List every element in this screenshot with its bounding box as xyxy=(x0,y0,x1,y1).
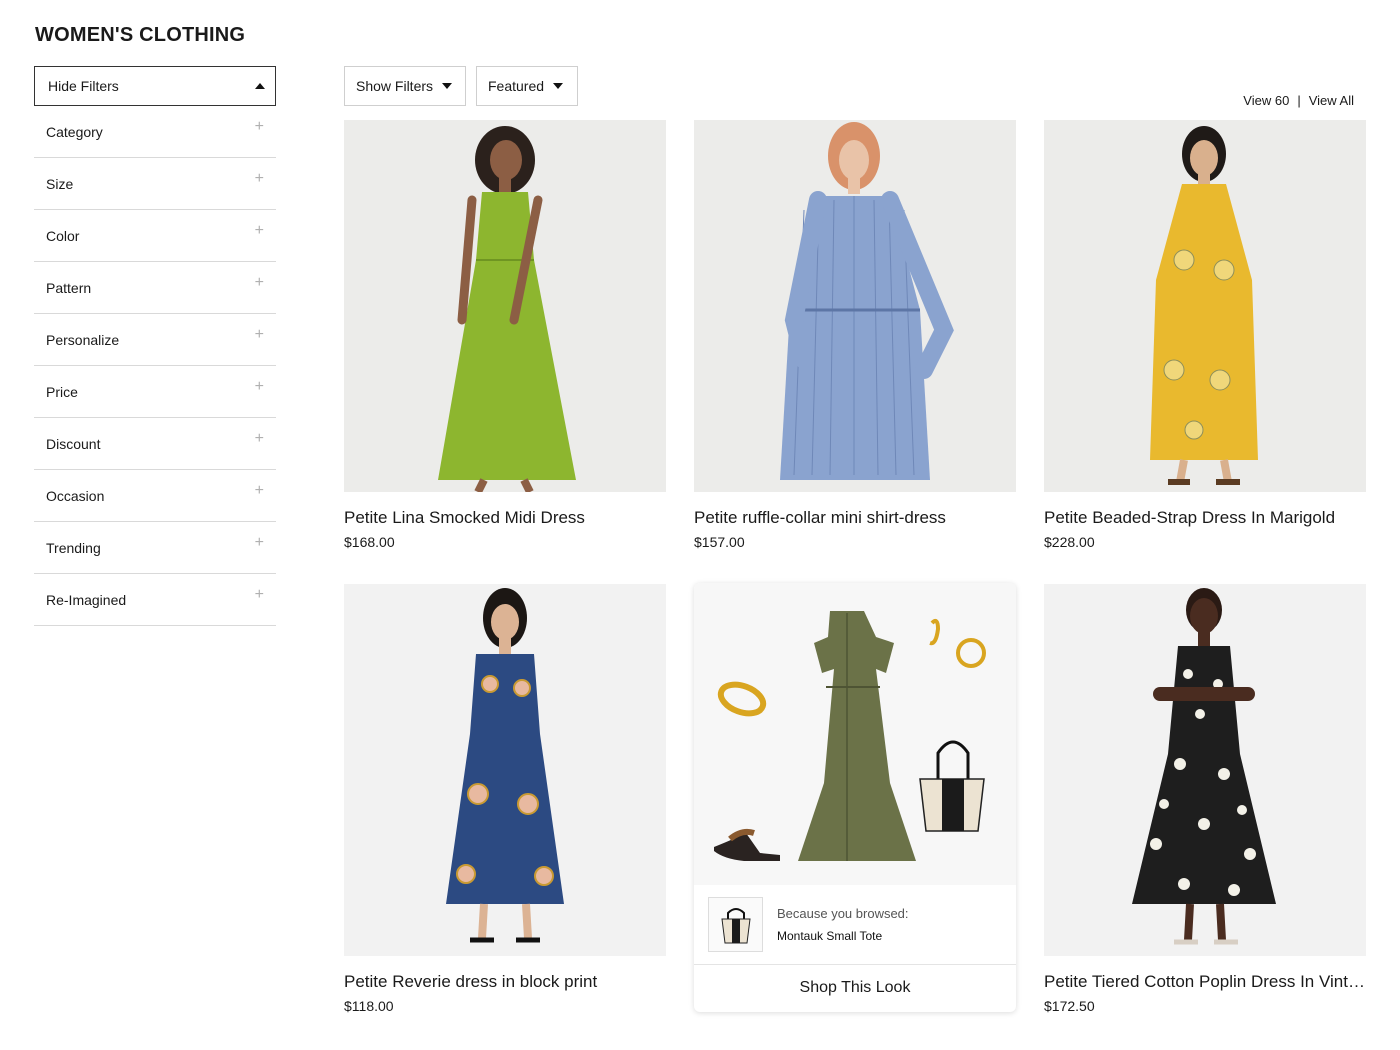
view-options: View 60 | View All xyxy=(1243,93,1354,108)
browsed-product-name[interactable]: Montauk Small Tote xyxy=(777,929,909,943)
product-card[interactable]: Petite Reverie dress in block print $118… xyxy=(344,584,666,1014)
product-card[interactable]: Petite Lina Smocked Midi Dress $168.00 xyxy=(344,120,666,550)
hide-filters-button[interactable]: Hide Filters xyxy=(34,66,276,106)
product-card[interactable]: Petite Beaded-Strap Dress In Marigold $2… xyxy=(1044,120,1366,550)
plus-icon: + xyxy=(254,169,264,187)
filter-discount[interactable]: Discount + xyxy=(34,418,276,470)
filter-label: Size xyxy=(46,175,74,192)
plus-icon: + xyxy=(254,273,264,291)
filter-label: Discount xyxy=(46,435,101,452)
product-card[interactable]: Petite Tiered Cotton Poplin Dress In Vin… xyxy=(1044,584,1366,1014)
plus-icon: + xyxy=(254,429,264,447)
product-card[interactable]: Petite ruffle-collar mini shirt-dress $1… xyxy=(694,120,1016,550)
show-filters-label: Show Filters xyxy=(356,78,434,94)
filter-label: Occasion xyxy=(46,487,105,504)
view-separator: | xyxy=(1297,93,1301,108)
filter-label: Personalize xyxy=(46,331,120,348)
filter-label: Re-Imagined xyxy=(46,591,127,608)
page-title: WOMEN'S CLOTHING xyxy=(35,24,246,46)
filter-price[interactable]: Price + xyxy=(34,366,276,418)
hide-filters-label: Hide Filters xyxy=(48,78,119,94)
filter-sidebar: Hide Filters Category + Size + Color + Patt… xyxy=(34,66,276,626)
caret-down-icon xyxy=(553,83,564,89)
because-you-browsed: Because you browsed: Montauk Small Tote xyxy=(694,885,1016,965)
plus-icon: + xyxy=(254,221,264,239)
shop-this-look-button[interactable]: Shop This Look xyxy=(694,965,1016,1011)
product-name[interactable]: Petite Lina Smocked Midi Dress xyxy=(344,508,666,528)
plus-icon: + xyxy=(254,325,264,343)
plus-icon: + xyxy=(254,117,264,135)
filter-occasion[interactable]: Occasion + xyxy=(34,470,276,522)
filter-color[interactable]: Color + xyxy=(34,210,276,262)
product-price: $228.00 xyxy=(1044,534,1095,550)
because-label: Because you browsed: xyxy=(777,906,909,921)
product-price: $157.00 xyxy=(694,534,745,550)
filter-list: Category + Size + Color + Pattern + Personal… xyxy=(34,106,276,626)
filter-category[interactable]: Category + xyxy=(34,106,276,158)
product-image[interactable] xyxy=(1044,584,1366,956)
filter-personalize[interactable]: Personalize + xyxy=(34,314,276,366)
browsed-product-thumbnail[interactable] xyxy=(708,897,763,952)
show-filters-dropdown[interactable]: Show Filters xyxy=(344,66,466,106)
plus-icon: + xyxy=(254,585,264,603)
filter-label: Color xyxy=(46,227,80,244)
product-image[interactable] xyxy=(1044,120,1366,492)
sort-dropdown[interactable]: Featured xyxy=(476,66,578,106)
filter-trending[interactable]: Trending + xyxy=(34,522,276,574)
filter-label: Trending xyxy=(46,539,101,556)
filter-label: Pattern xyxy=(46,279,92,296)
product-image[interactable] xyxy=(694,120,1016,492)
plus-icon: + xyxy=(254,481,264,499)
view-all-link[interactable]: View All xyxy=(1309,93,1354,108)
plus-icon: + xyxy=(254,377,264,395)
product-name[interactable]: Petite Beaded-Strap Dress In Marigold xyxy=(1044,508,1366,528)
caret-up-icon xyxy=(255,83,265,89)
product-name[interactable]: Petite ruffle-collar mini shirt-dress xyxy=(694,508,1016,528)
view-60-link[interactable]: View 60 xyxy=(1243,93,1289,108)
product-image[interactable] xyxy=(344,120,666,492)
product-image[interactable] xyxy=(344,584,666,956)
shop-the-look-card[interactable]: Because you browsed: Montauk Small Tote … xyxy=(694,583,1016,1012)
filter-label: Price xyxy=(46,383,78,400)
look-image[interactable] xyxy=(694,583,1016,885)
filter-label: Category xyxy=(46,123,103,140)
sort-label: Featured xyxy=(488,78,545,94)
plus-icon: + xyxy=(254,533,264,551)
filter-size[interactable]: Size + xyxy=(34,158,276,210)
caret-down-icon xyxy=(442,83,453,89)
product-price: $168.00 xyxy=(344,534,395,550)
product-name[interactable]: Petite Reverie dress in block print xyxy=(344,972,666,992)
product-price: $118.00 xyxy=(344,998,394,1014)
product-price: $172.50 xyxy=(1044,998,1095,1014)
product-name[interactable]: Petite Tiered Cotton Poplin Dress In Vin… xyxy=(1044,972,1366,992)
filter-pattern[interactable]: Pattern + xyxy=(34,262,276,314)
filter-re-imagined[interactable]: Re-Imagined + xyxy=(34,574,276,626)
